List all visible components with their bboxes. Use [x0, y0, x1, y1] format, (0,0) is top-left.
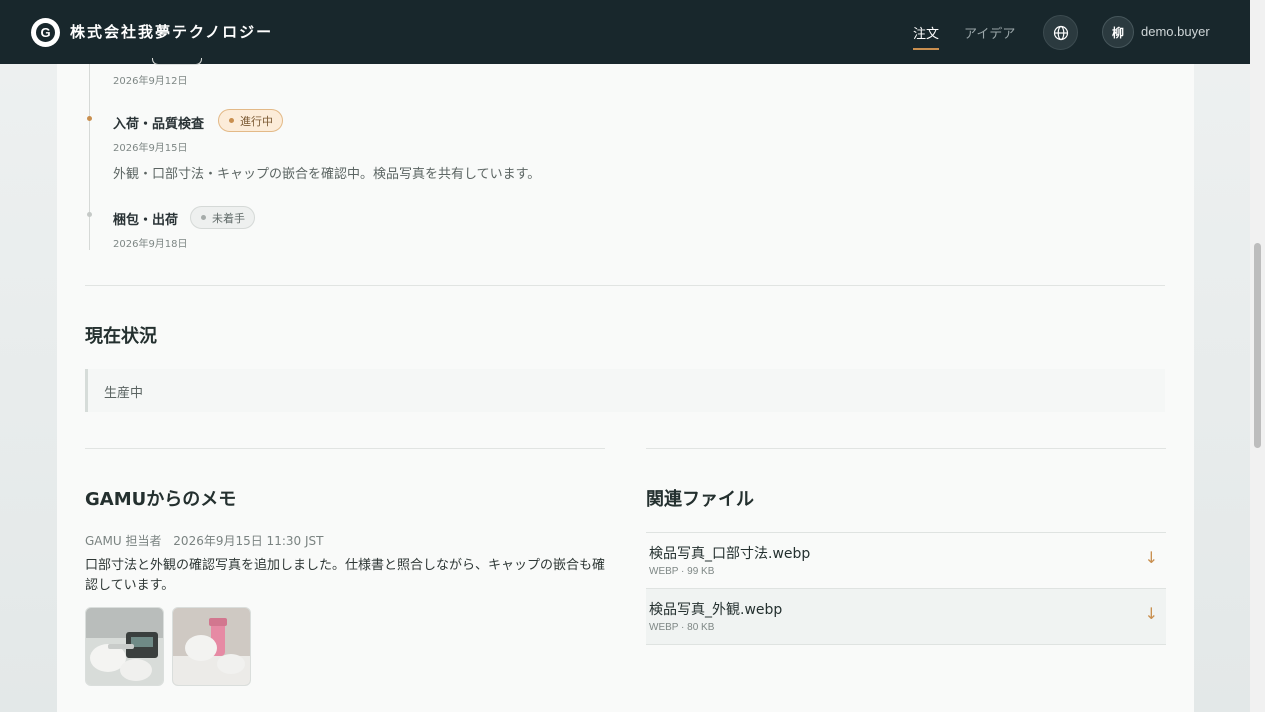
brand-name[interactable]: 株式会社我夢テクノロジー: [70, 21, 273, 42]
memo-timestamp: 2026年9月15日 11:30 JST: [173, 534, 324, 548]
timeline-prev-date: 2026年9月12日: [113, 76, 188, 87]
photo-image: [173, 608, 250, 685]
nav-item-orders[interactable]: 注文: [913, 23, 940, 50]
timeline-step-title: 入荷・品質検査: [113, 117, 205, 132]
background-right: [1194, 0, 1250, 712]
memo-body: 口部寸法と外観の確認写真を追加しました。仕様書と照合しながら、キャップの嵌合も確…: [85, 558, 606, 593]
language-button[interactable]: [1043, 15, 1078, 50]
memo-meta: GAMU 担当者 2026年9月15日 11:30 JST: [85, 532, 323, 549]
status-badge-label: 進行中: [240, 114, 273, 128]
timeline-prev-status-pill: [152, 58, 202, 65]
top-header: G 株式会社我夢テクノロジー 注文 アイデア 柳 demo.buyer: [0, 0, 1250, 64]
background-left: [0, 0, 57, 712]
user-name[interactable]: demo.buyer: [1141, 24, 1210, 39]
current-status-value: 生産中: [104, 386, 144, 401]
file-list-bottom-border: [646, 644, 1166, 645]
file-row[interactable]: 検品写真_外観.webp WEBP · 80 KB ↓: [646, 588, 1166, 644]
download-icon[interactable]: ↓: [1145, 548, 1158, 567]
current-status-box: [85, 369, 1165, 412]
memo-author: GAMU 担当者: [85, 534, 162, 548]
related-files-title: 関連ファイル: [646, 489, 754, 510]
download-icon[interactable]: ↓: [1145, 604, 1158, 623]
section-divider: [85, 285, 1165, 286]
timeline-step-title: 梱包・出荷: [113, 213, 179, 228]
globe-icon: [1053, 25, 1068, 40]
file-name[interactable]: 検品写真_外観.webp: [649, 599, 782, 619]
photo-image: [86, 608, 163, 685]
section-divider: [646, 448, 1166, 449]
file-name[interactable]: 検品写真_口部寸法.webp: [649, 543, 810, 563]
section-divider: [85, 448, 605, 449]
memo-photo-thumbnail[interactable]: [172, 607, 251, 686]
timeline-step-description: 外観・口部寸法・キャップの嵌合を確認中。検品写真を共有しています。: [113, 167, 541, 182]
status-badge-in-progress: 進行中: [218, 109, 283, 132]
current-status-title: 現在状況: [85, 326, 157, 347]
scrollbar-thumb[interactable]: [1254, 243, 1261, 448]
status-dot: [201, 215, 206, 220]
file-meta: WEBP · 80 KB: [649, 622, 715, 633]
scrollbar[interactable]: [1250, 0, 1265, 712]
file-meta: WEBP · 99 KB: [649, 566, 715, 577]
status-badge-not-started: 未着手: [190, 206, 255, 229]
avatar[interactable]: 柳: [1102, 16, 1134, 48]
timeline-step-date: 2026年9月15日: [113, 143, 188, 154]
memo-title: GAMUからのメモ: [85, 489, 237, 510]
status-dot: [229, 118, 234, 123]
timeline-line: [89, 64, 90, 250]
timeline-dot-active: [87, 116, 92, 121]
timeline-dot-pending: [87, 212, 92, 217]
timeline-step-date: 2026年9月18日: [113, 239, 188, 250]
memo-photo-thumbnail[interactable]: [85, 607, 164, 686]
nav-item-ideas[interactable]: アイデア: [964, 23, 1015, 42]
logo-letter: G: [36, 23, 55, 42]
file-row[interactable]: 検品写真_口部寸法.webp WEBP · 99 KB ↓: [646, 532, 1166, 588]
status-badge-label: 未着手: [212, 211, 245, 225]
logo-icon[interactable]: G: [31, 18, 60, 47]
